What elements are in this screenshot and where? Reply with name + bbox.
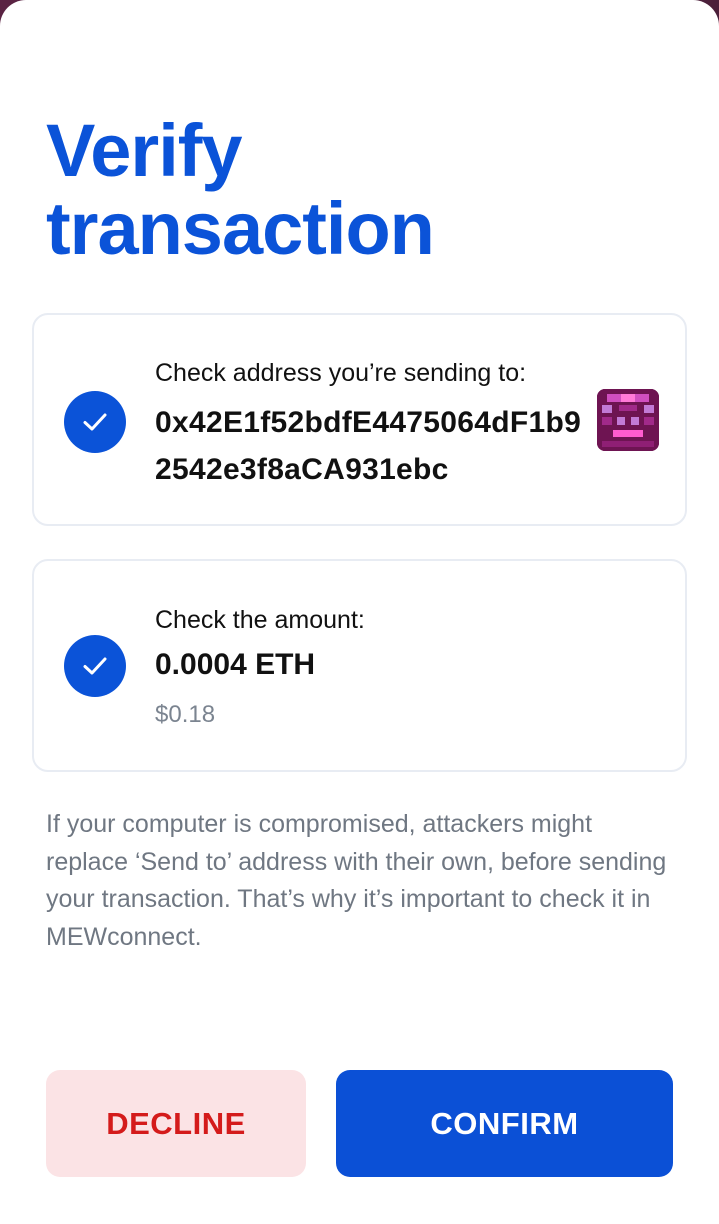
checkmark-icon: [83, 657, 107, 675]
amount-value: 0.0004 ETH: [155, 648, 316, 681]
amount-check-card: Check the amount: 0.0004 ETH $0.18: [32, 559, 687, 772]
amount-fiat-value: $0.18: [155, 701, 216, 728]
amount-check-label: Check the amount:: [155, 606, 365, 634]
address-check-label: Check address you’re sending to:: [155, 359, 527, 387]
page-title: Verify transaction: [46, 109, 435, 270]
confirm-button[interactable]: CONFIRM: [336, 1070, 673, 1177]
address-identicon: [597, 389, 659, 451]
amount-check-icon: [64, 635, 126, 697]
recipient-address: 0x42E1f52bdfE4475064dF1b92542e3f8aCA931e…: [155, 406, 582, 486]
address-check-icon: [64, 391, 126, 453]
address-check-card: Check address you’re sending to: 0x42E1f…: [32, 313, 687, 526]
decline-button[interactable]: DECLINE: [46, 1070, 306, 1177]
verify-transaction-sheet: Verify transaction Check address you’re …: [0, 0, 719, 1224]
security-warning: If your computer is compromised, attacke…: [46, 810, 667, 951]
checkmark-icon: [83, 413, 107, 431]
